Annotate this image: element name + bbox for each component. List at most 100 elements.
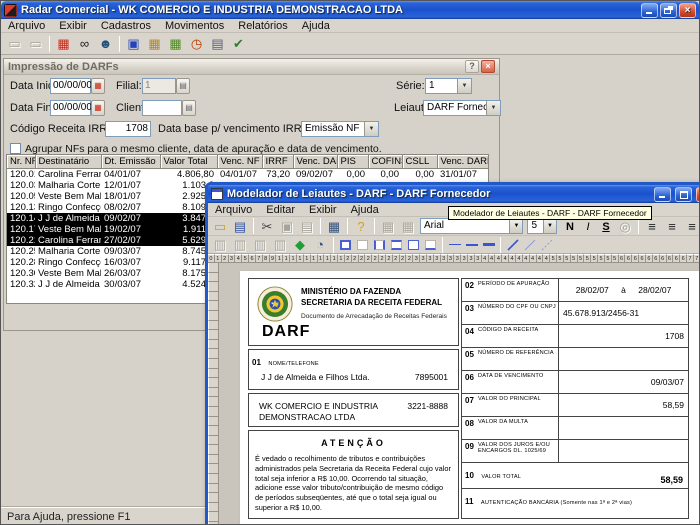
cliente-input[interactable] [142, 100, 182, 116]
italic-button[interactable]: I [579, 218, 597, 235]
darf-company-box[interactable]: WK COMERCIO E INDUSTRIA DEMONSTRACAO LTD… [248, 393, 459, 427]
align-center-button[interactable]: ≡ [662, 218, 682, 235]
insert-field-button[interactable]: ◆ [290, 236, 310, 253]
menu-ajuda[interactable]: Ajuda [344, 203, 386, 216]
copy-button[interactable]: ▣ [277, 218, 297, 235]
reports-monitor-button[interactable]: ▣ [123, 34, 144, 53]
codigo-receita-input[interactable]: 1708 [105, 121, 151, 137]
clock-button[interactable]: ◷ [186, 34, 207, 53]
band-down-button[interactable]: ▥ [230, 236, 250, 253]
save-grid-button[interactable]: ▤ [207, 34, 228, 53]
line-thick-button[interactable] [480, 237, 497, 253]
menu-ajuda[interactable]: Ajuda [295, 19, 337, 33]
data-base-combo[interactable]: Emissão NF ▼ [301, 121, 379, 137]
users-button[interactable]: ☻ [95, 34, 116, 53]
serie-combo[interactable]: 1 ▼ [425, 78, 472, 94]
column-header[interactable]: COFINS [368, 155, 402, 168]
agrupar-checkbox[interactable] [10, 143, 21, 154]
print-preview-button[interactable]: ◔ [310, 236, 330, 253]
menu-arquivo[interactable]: Arquivo [1, 19, 52, 33]
menu-editar[interactable]: Editar [259, 203, 302, 216]
darf-header-box[interactable]: MINISTÉRIO DA FAZENDA SECRETARIA DA RECE… [248, 278, 459, 346]
border-none-button[interactable] [354, 237, 371, 253]
panel-help-button[interactable]: ? [465, 60, 479, 73]
print-button[interactable]: ▦ [324, 218, 344, 235]
leiaute-combo[interactable]: DARF Fornecedor ▼ [423, 100, 501, 116]
save-check-button[interactable]: ✔ [228, 34, 249, 53]
modeler-maximize-button[interactable] [675, 187, 692, 202]
open-folder-button[interactable]: ▭ [4, 34, 25, 53]
bold-button[interactable]: N [561, 218, 579, 235]
column-header[interactable]: Venc. NF [217, 155, 262, 168]
darf-field-09[interactable]: 09VALOR DOS JUROS E/OU ENCARGOS DL. 1025… [462, 440, 688, 463]
menu-exibir[interactable]: Exibir [52, 19, 94, 33]
darf-field-04[interactable]: 04CÓDIGO DA RECEITA1708 [462, 325, 688, 348]
border-thin-button[interactable] [405, 237, 422, 253]
column-header[interactable]: Valor Total [160, 155, 217, 168]
table-yellow-button[interactable]: ▦ [144, 34, 165, 53]
panel-close-button[interactable]: × [481, 60, 495, 73]
column-header[interactable]: Dt. Emissão [101, 155, 160, 168]
line-medium-button[interactable] [463, 237, 480, 253]
field-down-button[interactable]: ▥ [270, 236, 290, 253]
border-all-button[interactable] [337, 237, 354, 253]
font-size-combo[interactable]: 5 ▼ [527, 218, 557, 234]
cliente-lookup-button[interactable]: ▤ [182, 100, 196, 116]
menu-relatorios[interactable]: Relatórios [231, 19, 295, 33]
darf-field-08[interactable]: 08VALOR DA MULTA [462, 417, 688, 440]
close-button[interactable]: × [679, 3, 696, 18]
modeler-minimize-button[interactable] [654, 187, 671, 202]
darf-field-10[interactable]: 10 VALOR TOTAL 58,59 [462, 463, 688, 489]
open-button[interactable]: ▭ [210, 218, 230, 235]
menu-cadastros[interactable]: Cadastros [94, 19, 158, 33]
font-family-combo[interactable]: Arial ▼ [420, 218, 523, 234]
folder-button[interactable]: ▭ [25, 34, 46, 53]
column-header[interactable]: Destinatário [35, 155, 101, 168]
column-header[interactable]: CSLL [402, 155, 437, 168]
darf-field-05[interactable]: 05NÚMERO DE REFERÊNCIA [462, 348, 688, 371]
align-left-button[interactable]: ≡ [642, 218, 662, 235]
field-up-button[interactable]: ▥ [250, 236, 270, 253]
align-justify-button[interactable]: ≡ [682, 218, 700, 235]
menu-exibir[interactable]: Exibir [302, 203, 344, 216]
border-bottom-button[interactable] [422, 237, 439, 253]
column-header[interactable]: PIS [337, 155, 368, 168]
menu-arquivo[interactable]: Arquivo [208, 203, 259, 216]
search-binoculars-button[interactable]: ∞ [74, 34, 95, 53]
band-up-button[interactable]: ▥ [210, 236, 230, 253]
filial-lookup-button[interactable]: ▤ [176, 78, 190, 94]
field-grid-button[interactable]: ▦ [398, 218, 418, 235]
data-inicial-calendar-button[interactable]: ▦ [91, 78, 105, 94]
menu-movimentos[interactable]: Movimentos [158, 19, 231, 33]
darf-field-07[interactable]: 07VALOR DO PRINCIPAL58,59 [462, 394, 688, 417]
underline-button[interactable]: S [597, 218, 615, 235]
diagonal-line-thin-button[interactable] [521, 237, 538, 253]
border-left-right-button[interactable] [371, 237, 388, 253]
column-header[interactable]: Venc. DARF [437, 155, 488, 168]
darf-page[interactable]: MINISTÉRIO DA FAZENDA SECRETARIA DA RECE… [240, 271, 700, 525]
help-button[interactable]: ? [351, 218, 371, 235]
border-top-bottom-button[interactable] [388, 237, 405, 253]
minimize-button[interactable] [641, 3, 658, 18]
data-final-calendar-button[interactable]: ▦ [91, 100, 105, 116]
paste-button[interactable]: ▤ [297, 218, 317, 235]
darf-field-06[interactable]: 06DATA DE VENCIMENTO09/03/07 [462, 371, 688, 394]
darf-field-02[interactable]: 02PERÍODO DE APURAÇÃO28/02/07 à 28/02/07 [462, 279, 688, 302]
line-thin-button[interactable] [446, 237, 463, 253]
field-list-button[interactable]: ▦ [378, 218, 398, 235]
column-header[interactable]: Nr. NF [7, 155, 35, 168]
darf-field-11[interactable]: 11 AUTENTICAÇÃO BANCÁRIA (Somente nas 1ª… [462, 489, 688, 519]
filial-input[interactable]: 1 [142, 78, 176, 94]
column-header[interactable]: IRRF [262, 155, 293, 168]
table-green-button[interactable]: ▦ [165, 34, 186, 53]
darf-field-01[interactable]: 01 NOME/TELEFONE J J de Almeida e Filhos… [248, 349, 459, 390]
diagonal-line-dash-button[interactable] [538, 237, 555, 253]
table-row[interactable]: 120.014Carolina Ferrari04/01/074.806,800… [7, 168, 488, 180]
zoom-button[interactable]: ◎ [615, 218, 635, 235]
save-button[interactable]: ▤ [230, 218, 250, 235]
diagonal-line-button[interactable] [504, 237, 521, 253]
restore-button[interactable] [660, 3, 677, 18]
cash-register-button[interactable]: ▦ [53, 34, 74, 53]
column-header[interactable]: Venc. DARF [293, 155, 337, 168]
cut-button[interactable]: ✂ [257, 218, 277, 235]
